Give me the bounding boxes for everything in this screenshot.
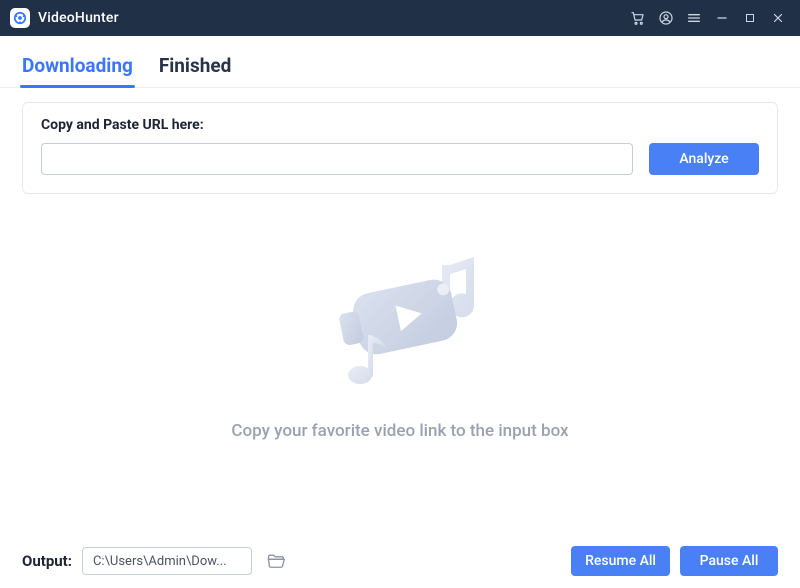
url-panel: Copy and Paste URL here: Analyze bbox=[22, 102, 778, 194]
empty-state: Copy your favorite video link to the inp… bbox=[0, 194, 800, 494]
tab-bar: Downloading Finished bbox=[0, 36, 800, 88]
minimize-icon[interactable] bbox=[708, 4, 736, 32]
output-label: Output: bbox=[22, 552, 72, 570]
titlebar: VideoHunter bbox=[0, 0, 800, 36]
output-path[interactable]: C:\Users\Admin\Dow... bbox=[82, 547, 252, 575]
url-label: Copy and Paste URL here: bbox=[41, 117, 759, 133]
tab-downloading[interactable]: Downloading bbox=[22, 54, 133, 87]
open-folder-icon[interactable] bbox=[262, 547, 290, 575]
footer: Output: C:\Users\Admin\Dow... Resume All… bbox=[0, 534, 800, 588]
cart-icon[interactable] bbox=[624, 4, 652, 32]
app-title: VideoHunter bbox=[38, 10, 119, 26]
maximize-icon[interactable] bbox=[736, 4, 764, 32]
resume-all-button[interactable]: Resume All bbox=[571, 546, 670, 576]
app-logo-icon bbox=[10, 8, 30, 28]
menu-icon[interactable] bbox=[680, 4, 708, 32]
tab-finished[interactable]: Finished bbox=[159, 54, 232, 87]
url-input[interactable] bbox=[41, 143, 633, 175]
pause-all-button[interactable]: Pause All bbox=[680, 546, 778, 576]
empty-illustration-icon bbox=[300, 247, 500, 407]
close-icon[interactable] bbox=[764, 4, 792, 32]
empty-hint: Copy your favorite video link to the inp… bbox=[231, 421, 568, 441]
account-icon[interactable] bbox=[652, 4, 680, 32]
analyze-button[interactable]: Analyze bbox=[649, 143, 759, 175]
